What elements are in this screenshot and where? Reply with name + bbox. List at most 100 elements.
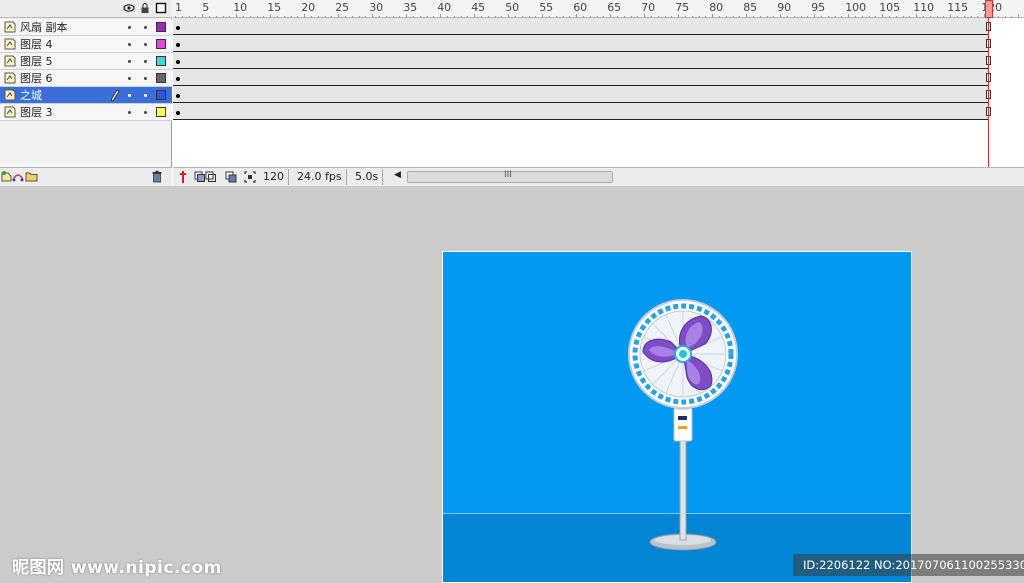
layer-color-swatch[interactable] (156, 107, 166, 117)
lock-toggle[interactable] (144, 43, 147, 46)
ruler-number: 25 (335, 1, 350, 14)
layer-name[interactable]: 图层 3 (20, 106, 53, 119)
keyframe[interactable] (176, 94, 180, 98)
frame-row[interactable] (173, 18, 991, 35)
visibility-toggle[interactable] (128, 26, 131, 29)
lock-icon[interactable] (139, 2, 151, 14)
lock-toggle[interactable] (144, 94, 147, 97)
frame-ruler[interactable]: 1 5 10 15 20 25 30 35 40 45 50 55 60 65 70 75 80 85 90 95 10… (173, 0, 1024, 18)
pencil-icon (108, 88, 120, 102)
current-frame-field: 120 (259, 169, 289, 185)
layer-row[interactable]: 风扇 副本 (0, 19, 172, 36)
stage-area: 昵图网 www.nipic.com ID:2206122 NO:20170706… (0, 187, 1024, 583)
fan-illustration[interactable] (443, 252, 912, 583)
layer-name[interactable]: 图层 6 (20, 72, 53, 85)
keyframe[interactable] (176, 77, 180, 81)
ruler-number: 30 (369, 1, 384, 14)
layer-color-swatch[interactable] (156, 39, 166, 49)
insert-folder-icon[interactable] (25, 170, 38, 182)
visibility-toggle[interactable] (128, 43, 131, 46)
lock-toggle[interactable] (144, 60, 147, 63)
layer-type-icon (4, 38, 16, 50)
ruler-tick (1018, 14, 1020, 18)
frame-row[interactable] (173, 103, 991, 120)
frame-row[interactable] (173, 35, 991, 52)
ruler-number: 75 (675, 1, 690, 14)
layer-row[interactable]: 图层 4 (0, 36, 172, 53)
layer-color-swatch[interactable] (156, 90, 166, 100)
layer-row[interactable]: 图层 6 (0, 70, 172, 87)
keyframe[interactable] (176, 111, 180, 115)
ruler-number: 15 (267, 1, 282, 14)
add-motion-guide-icon[interactable] (12, 170, 24, 182)
ruler-number: 20 (301, 1, 316, 14)
frames-area: 1 5 10 15 20 25 30 35 40 45 50 55 60 65 70 75 80 85 90 95 10… (173, 0, 1024, 186)
scroll-grip: III (504, 170, 512, 180)
layer-color-swatch[interactable] (156, 73, 166, 83)
keyframe[interactable] (176, 43, 180, 47)
ruler-number: 55 (539, 1, 554, 14)
center-frame-icon[interactable] (177, 171, 189, 183)
elapsed-time-field: 5.0s (351, 169, 384, 185)
ruler-tick (997, 16, 999, 18)
layers-panel: 风扇 副本图层 4 图层 5 图层 6 之城图层 3 (0, 0, 172, 186)
ruler-number: 40 (437, 1, 452, 14)
ruler-number: 60 (573, 1, 588, 14)
frame-rate-field[interactable]: 24.0 fps (293, 169, 347, 185)
visibility-toggle[interactable] (128, 111, 131, 114)
timeline-panel: 风扇 副本 图层 4 图层 5 图层 6 之城 图层 3 1 5 10 15 20 25 30 35 40… (0, 0, 1024, 186)
lock-toggle[interactable] (144, 77, 147, 80)
layer-type-icon (4, 89, 16, 101)
ruler-number: 35 (403, 1, 418, 14)
ruler-number: 10 (233, 1, 248, 14)
delete-layer-icon[interactable] (151, 170, 163, 183)
layer-name[interactable]: 图层 5 (20, 55, 53, 68)
modify-onion-markers-icon[interactable] (244, 171, 256, 183)
timeline-status-bar: 120 24.0 fps 5.0s ◀ III (173, 167, 1024, 186)
keyframe[interactable] (176, 60, 180, 64)
layer-row[interactable]: 之城 (0, 87, 172, 104)
visibility-toggle[interactable] (128, 94, 131, 97)
ruler-number: 85 (743, 1, 758, 14)
lock-toggle[interactable] (144, 26, 147, 29)
layer-name[interactable]: 之城 (20, 89, 42, 102)
eye-icon[interactable] (123, 2, 135, 14)
ruler-number: 45 (471, 1, 486, 14)
layer-name[interactable]: 图层 4 (20, 38, 53, 51)
ruler-number: 5 (202, 1, 210, 14)
visibility-toggle[interactable] (128, 77, 131, 80)
image-id-watermark: ID:2206122 NO:20170706110025533000 (793, 554, 1024, 576)
horizontal-scrollbar[interactable]: III (407, 170, 613, 183)
keyframe[interactable] (176, 26, 180, 30)
ruler-tick (1011, 16, 1013, 18)
playhead-handle[interactable] (985, 0, 993, 18)
lock-toggle[interactable] (144, 111, 147, 114)
visibility-toggle[interactable] (128, 60, 131, 63)
layer-type-icon (4, 55, 16, 67)
ruler-tick (1004, 16, 1006, 18)
ruler-number: 105 (879, 1, 901, 14)
ruler-number: 115 (947, 1, 969, 14)
edit-multiple-frames-icon[interactable] (225, 171, 237, 183)
layer-color-swatch[interactable] (156, 22, 166, 32)
frame-row[interactable] (173, 69, 991, 86)
layer-name[interactable]: 风扇 副本 (20, 21, 68, 34)
ruler-number: 100 (845, 1, 867, 14)
layer-type-icon (4, 21, 16, 33)
stage-canvas[interactable] (442, 251, 912, 583)
onion-skin-icon[interactable] (194, 171, 216, 183)
outline-icon[interactable] (155, 2, 167, 14)
layer-row[interactable]: 图层 5 (0, 53, 172, 70)
ruler-number: 95 (811, 1, 826, 14)
ruler-number: 50 (505, 1, 520, 14)
ruler-number: 65 (607, 1, 622, 14)
layer-row[interactable]: 图层 3 (0, 104, 172, 121)
ruler-number: 70 (641, 1, 656, 14)
ruler-number: 110 (913, 1, 935, 14)
ruler-number: 90 (777, 1, 792, 14)
layer-color-swatch[interactable] (156, 56, 166, 66)
playhead-line (988, 18, 989, 168)
frame-row[interactable] (173, 52, 991, 69)
scroll-left-icon[interactable]: ◀ (394, 170, 401, 180)
frame-row[interactable] (173, 86, 991, 103)
